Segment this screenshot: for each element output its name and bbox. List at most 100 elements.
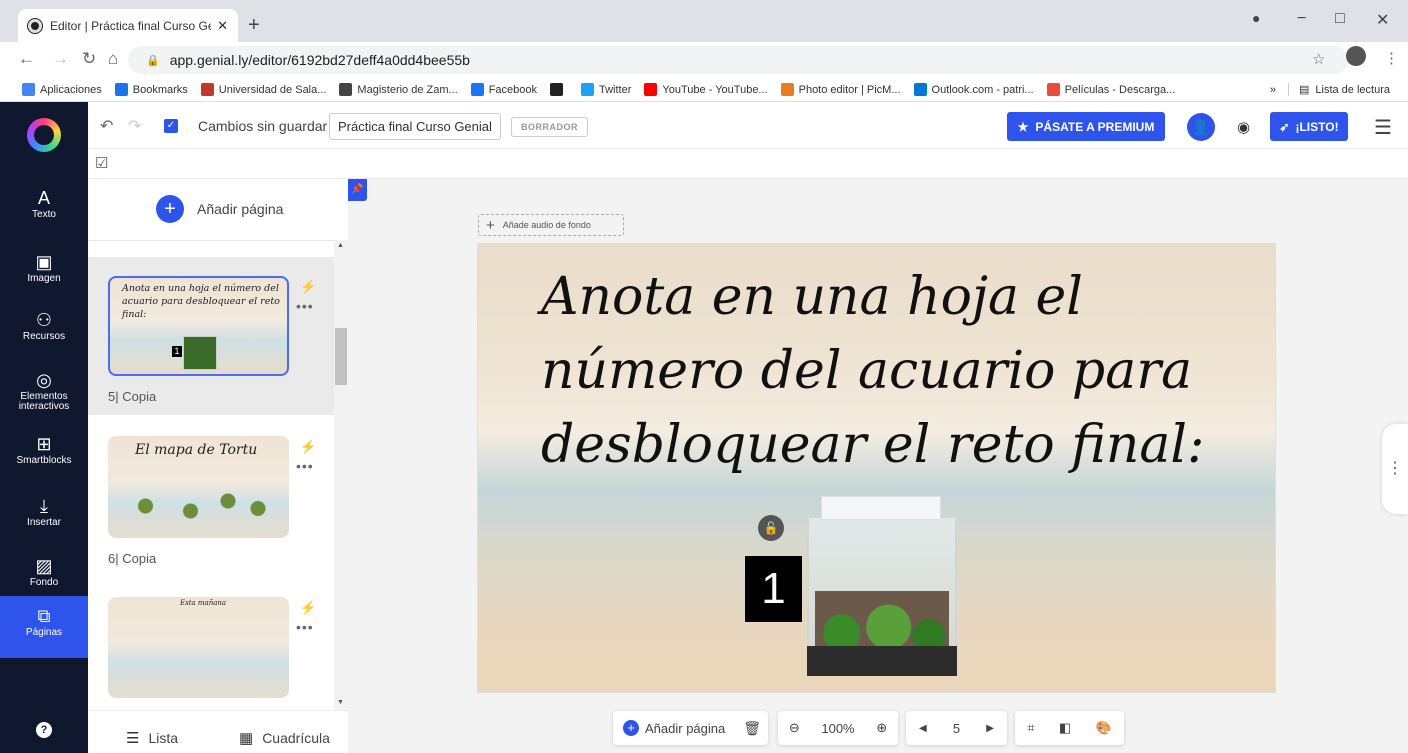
preview-eye-icon[interactable]: ◉ <box>1237 118 1250 136</box>
close-tab-icon[interactable]: ✕ <box>217 18 228 34</box>
bookmark-item[interactable]: Twitter <box>581 83 631 96</box>
bookmark-item[interactable]: Bookmarks <box>114 83 188 96</box>
panel-scrollbar[interactable] <box>334 240 348 710</box>
rail-item-elementos[interactable]: ◎ Elementos interactivos <box>0 360 88 420</box>
bookmark-icon <box>913 83 927 96</box>
zoom-out-icon[interactable]: ⊖ <box>789 720 800 736</box>
rail-item-imagen[interactable]: ▣ Imagen <box>0 242 88 302</box>
bookmark-label: Aplicaciones <box>40 83 102 96</box>
maximize-icon[interactable]: □ <box>1335 10 1345 28</box>
grid-guides-icon[interactable]: ⌗ <box>1027 720 1034 736</box>
bookmark-item[interactable]: YouTube - YouTube... <box>644 83 768 96</box>
fondo-icon: ▨ <box>35 556 53 576</box>
more-options-icon[interactable]: ••• <box>296 298 314 314</box>
trash-icon[interactable]: 🗑 <box>743 720 761 737</box>
list-view-button[interactable]: ☰ Lista <box>126 729 178 747</box>
prev-page-icon[interactable]: ◀ <box>919 723 927 734</box>
plus-circle-icon[interactable]: + <box>623 720 639 736</box>
profile-icon[interactable]: ● <box>1252 10 1260 26</box>
rail-item-recursos[interactable]: ⚇ Recursos <box>0 300 88 360</box>
palette-icon[interactable]: 🎨 <box>1096 720 1112 736</box>
draft-badge: BORRADOR <box>511 117 588 137</box>
help-icon[interactable]: ? <box>36 722 52 738</box>
premium-label: PÁSATE A PREMIUM <box>1035 119 1155 134</box>
zoom-group: ⊖ 100% ⊕ <box>778 711 898 745</box>
close-window-icon[interactable]: ✕ <box>1376 10 1389 30</box>
hamburger-menu-icon[interactable]: ☰ <box>1374 115 1392 140</box>
bookmark-icon <box>581 83 594 96</box>
magic-wand-icon[interactable]: ⚡ <box>300 279 316 295</box>
page-thumbnail-7[interactable]: Esta mañana <box>108 597 289 698</box>
add-page-button[interactable]: + Añadir página <box>156 195 283 223</box>
scroll-up-icon[interactable]: ▲ <box>337 242 344 249</box>
lock-icon: 🔒 <box>146 54 160 67</box>
bookmark-label: Películas - Descarga... <box>1064 83 1176 96</box>
new-tab-icon[interactable]: + <box>248 14 260 37</box>
add-background-audio-button[interactable]: + Añade audio de fondo <box>478 214 624 236</box>
ready-button[interactable]: ➶ ¡LISTO! <box>1270 112 1348 141</box>
page-thumbnail-6[interactable]: El mapa de Tortu <box>108 436 289 538</box>
undo-icon[interactable]: ↶ <box>100 116 113 136</box>
minimize-icon[interactable]: − <box>1297 10 1306 28</box>
magic-wand-icon[interactable]: ⚡ <box>300 439 316 455</box>
bookmark-item[interactable]: Facebook <box>470 83 537 96</box>
rail-item-smartblocks[interactable]: ⊞ Smartblocks <box>0 424 88 484</box>
page-nav-group: ◀ 5 ▶ <box>906 711 1007 745</box>
bookmark-item[interactable] <box>550 83 568 96</box>
panel-scroll-thumb[interactable] <box>335 328 347 385</box>
grid-view-button[interactable]: ▦ Cuadrícula <box>239 729 330 747</box>
split-view-icon[interactable]: ◧ <box>1059 720 1071 736</box>
aquarium-image[interactable] <box>801 496 963 682</box>
genially-logo[interactable] <box>27 118 61 152</box>
bookmark-item[interactable]: Aplicaciones <box>22 83 102 96</box>
project-title-input[interactable]: Práctica final Curso Genial <box>329 113 501 140</box>
back-icon[interactable]: ← <box>18 49 35 69</box>
autosave-checkbox[interactable]: ✓ <box>164 119 178 133</box>
slide-heading[interactable]: Anota en una hoja el número del acuario … <box>541 260 1261 482</box>
avatar[interactable] <box>1346 46 1366 66</box>
bookmark-label: Outlook.com - patri... <box>931 83 1034 96</box>
bookmark-item[interactable]: Magisterio de Zam... <box>339 83 458 96</box>
rail-item-label: Smartblocks <box>16 455 72 466</box>
view-tools-group: ⌗ ◧ 🎨 <box>1015 711 1124 745</box>
number-box[interactable]: 1 <box>745 556 802 622</box>
rail-item-texto[interactable]: A Texto <box>0 178 88 238</box>
bookmark-item[interactable]: Películas - Descarga... <box>1046 83 1176 96</box>
star-bookmark-icon[interactable]: ☆ <box>1312 50 1325 68</box>
ready-label: ¡LISTO! <box>1295 119 1339 134</box>
more-bookmarks[interactable]: » <box>1270 84 1276 96</box>
reading-list[interactable]: ▤ Lista de lectura <box>1287 83 1390 96</box>
page-thumbnail-5[interactable]: Anota en una hoja el número del acuario … <box>108 276 289 376</box>
rail-item-páginas[interactable]: ⧉ Páginas <box>0 596 88 658</box>
unlock-icon[interactable]: 🔓 <box>758 515 784 541</box>
rail-item-insertar[interactable]: ⤓ Insertar <box>0 486 88 546</box>
forward-icon[interactable]: → <box>52 49 69 69</box>
scroll-down-icon[interactable]: ▼ <box>337 699 344 706</box>
zoom-in-icon[interactable]: ⊕ <box>876 720 887 736</box>
browser-tab[interactable]: Editor | Práctica final Curso Genial ✕ <box>18 9 238 42</box>
imagen-icon: ▣ <box>35 252 53 272</box>
thumbnail-map <box>123 476 273 526</box>
magic-wand-icon[interactable]: ⚡ <box>300 600 316 616</box>
side-panel-handle-icon[interactable]: ⋮ <box>1382 424 1408 514</box>
reload-icon[interactable]: ↻ <box>82 49 96 69</box>
bottom-add-page-button[interactable]: Añadir página <box>645 721 725 736</box>
bookmark-item[interactable]: Universidad de Sala... <box>200 83 326 96</box>
home-icon[interactable]: ⌂ <box>108 49 118 69</box>
more-options-icon[interactable]: ••• <box>296 458 314 474</box>
pin-panel-icon[interactable]: 📌 <box>348 179 367 201</box>
bookmark-item[interactable]: Outlook.com - patri... <box>913 83 1034 96</box>
redo-icon[interactable]: ↷ <box>128 116 141 136</box>
page-number[interactable]: 5 <box>953 721 960 736</box>
add-page-label: Añadir página <box>197 201 284 217</box>
url-bar[interactable]: 🔒 app.genial.ly/editor/6192bd27deff4a0dd… <box>128 46 1348 74</box>
clipboard-check-icon[interactable]: ☑ <box>95 154 108 172</box>
bookmark-item[interactable]: Photo editor | PicM... <box>780 83 901 96</box>
add-collaborator-icon[interactable]: 👤 <box>1187 113 1215 141</box>
next-page-icon[interactable]: ▶ <box>986 723 994 734</box>
bottom-add-page-group: + Añadir página 🗑 <box>613 711 768 745</box>
bookmark-icon <box>780 83 794 96</box>
kebab-menu-icon[interactable]: ⋮ <box>1384 49 1399 67</box>
premium-button[interactable]: ★ PÁSATE A PREMIUM <box>1007 112 1165 141</box>
more-options-icon[interactable]: ••• <box>296 619 314 635</box>
